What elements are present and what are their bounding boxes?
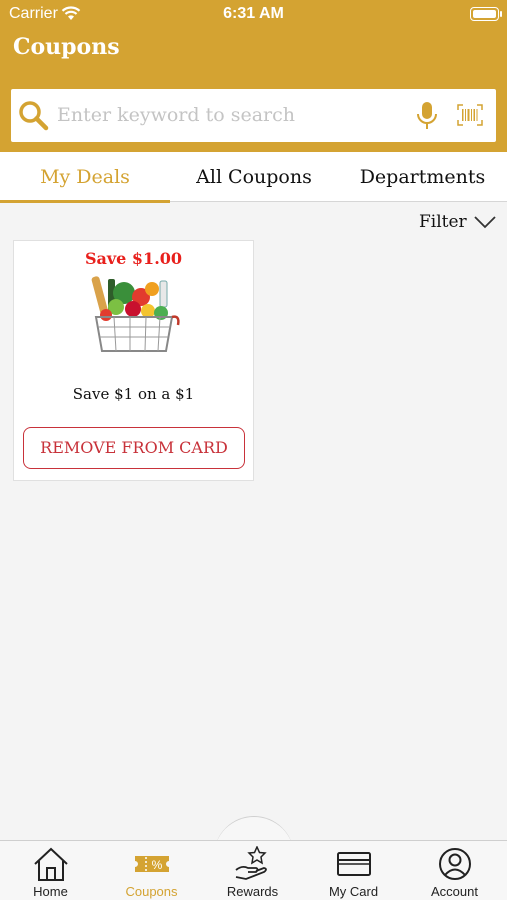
rewards-icon xyxy=(235,846,267,880)
remove-from-card-button[interactable]: REMOVE FROM CARD xyxy=(23,427,245,469)
svg-text:%: % xyxy=(152,858,163,872)
nav-my-card[interactable]: My Card xyxy=(303,841,404,900)
nav-my-card-label: My Card xyxy=(328,884,379,899)
coupon-save-amount: Save $1.00 xyxy=(84,249,183,268)
nav-rewards[interactable]: Rewards xyxy=(202,841,303,900)
grocery-basket-image xyxy=(91,276,180,352)
account-icon xyxy=(439,848,471,880)
coupon-card[interactable]: Save $1.00 Save $1 on a $1 REMOVE FROM C… xyxy=(13,240,254,481)
nav-home[interactable]: Home xyxy=(0,841,101,900)
battery-icon xyxy=(470,7,499,21)
nav-rewards-label: Rewards xyxy=(226,884,279,899)
nav-home-label: Home xyxy=(33,884,68,899)
search-input[interactable] xyxy=(57,99,407,131)
battery-tip xyxy=(500,11,502,17)
tab-all-coupons[interactable]: All Coupons xyxy=(170,152,338,202)
filter-label: Filter xyxy=(419,212,467,232)
barcode-scan-icon[interactable] xyxy=(457,104,483,126)
chevron-down-icon xyxy=(474,216,496,229)
nav-account-label: Account xyxy=(431,884,478,899)
coupon-description: Save $1 on a $1 xyxy=(72,385,195,403)
bottom-tab-bar: Home % Coupons Rewards My Card Account xyxy=(0,840,507,900)
nav-coupons[interactable]: % Coupons xyxy=(101,841,202,900)
search-bar xyxy=(11,89,496,142)
tab-my-deals[interactable]: My Deals xyxy=(0,152,170,203)
status-time: 6:31 AM xyxy=(223,5,284,22)
search-icon[interactable] xyxy=(17,99,49,131)
coupon-icon: % xyxy=(135,856,169,872)
status-bar: Carrier 6:31 AM xyxy=(0,0,507,30)
nav-coupons-label: Coupons xyxy=(125,884,178,899)
nav-account[interactable]: Account xyxy=(404,841,505,900)
deal-tabs: My Deals All Coupons Departments xyxy=(0,152,507,203)
app-header: Carrier 6:31 AM Coupons xyxy=(0,0,507,152)
card-icon xyxy=(337,852,371,876)
filter-button[interactable]: Filter xyxy=(412,208,502,238)
tab-departments[interactable]: Departments xyxy=(338,152,507,202)
home-icon xyxy=(34,847,68,881)
microphone-icon[interactable] xyxy=(416,101,438,131)
page-title: Coupons xyxy=(13,34,120,60)
